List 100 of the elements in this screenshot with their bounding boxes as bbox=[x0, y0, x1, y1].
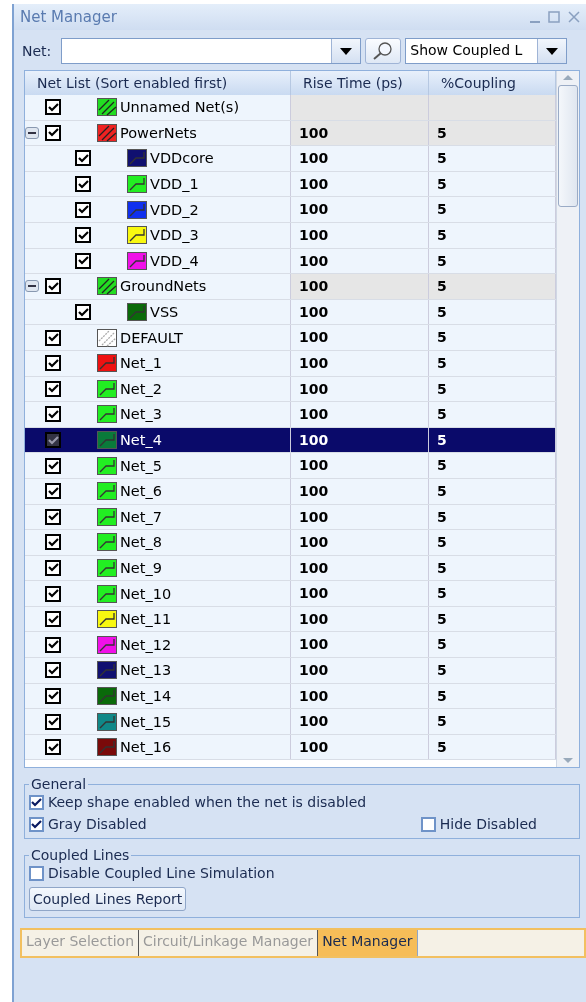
net-name: VDDcore bbox=[150, 150, 214, 167]
rise-time-cell: 100 bbox=[291, 632, 429, 658]
checkbox[interactable] bbox=[45, 278, 61, 295]
tree-row[interactable]: Net_16 100 5 bbox=[25, 734, 556, 761]
net-name: PowerNets bbox=[120, 124, 197, 141]
rise-time-cell: 100 bbox=[291, 555, 429, 581]
checkbox[interactable] bbox=[45, 432, 61, 448]
net-combo-field[interactable] bbox=[61, 38, 362, 64]
tree-row[interactable]: Net_3 100 5 bbox=[25, 402, 556, 428]
rise-time-cell: 100 bbox=[291, 478, 429, 504]
collapse-icon[interactable] bbox=[25, 280, 39, 293]
tree-row[interactable]: Net_13 100 5 bbox=[25, 658, 556, 684]
tree-row[interactable]: Net_7 100 5 bbox=[25, 504, 556, 531]
tree-row[interactable]: Net_9 100 5 bbox=[25, 555, 556, 582]
checkbox[interactable] bbox=[45, 457, 61, 474]
rise-time-cell: 100 bbox=[291, 376, 429, 402]
tree-row[interactable]: VDDcore 100 5 bbox=[25, 146, 556, 172]
net-name: GroundNets bbox=[120, 278, 207, 295]
net-name: Net_10 bbox=[120, 585, 172, 602]
rise-time-cell: 100 bbox=[291, 274, 429, 299]
net-name: VDD_4 bbox=[150, 252, 199, 269]
tree-row[interactable]: VDD_3 100 5 bbox=[25, 222, 556, 249]
rise-time-cell: 100 bbox=[291, 146, 429, 171]
tree-row[interactable]: Net_8 100 5 bbox=[25, 530, 556, 556]
rise-time-cell: 100 bbox=[291, 120, 429, 146]
checkbox[interactable] bbox=[45, 483, 61, 500]
checkbox[interactable] bbox=[45, 124, 61, 141]
tree-row[interactable]: VDD_2 100 5 bbox=[25, 197, 556, 223]
tab[interactable]: Net Manager bbox=[318, 930, 418, 956]
checkbox[interactable] bbox=[45, 636, 61, 653]
checkbox[interactable] bbox=[45, 380, 61, 397]
checkbox[interactable] bbox=[45, 355, 61, 372]
checkbox[interactable] bbox=[75, 201, 91, 218]
checkbox[interactable] bbox=[75, 227, 91, 244]
tree-row[interactable]: VDD_1 100 5 bbox=[25, 171, 556, 198]
tree-row[interactable]: Net_6 100 5 bbox=[25, 478, 556, 505]
rise-time-cell: 100 bbox=[291, 606, 429, 632]
rise-time-cell: 100 bbox=[291, 709, 429, 734]
rise-time-cell: 100 bbox=[291, 299, 429, 325]
net-name: VSS bbox=[150, 304, 179, 321]
checkbox[interactable] bbox=[75, 176, 91, 193]
checkbox[interactable] bbox=[45, 508, 61, 525]
group-title: General bbox=[30, 776, 88, 792]
rise-time-cell: 100 bbox=[291, 171, 429, 197]
net-name: Net_3 bbox=[120, 406, 162, 423]
tree-row[interactable]: Net_1 100 5 bbox=[25, 350, 556, 377]
checkbox[interactable] bbox=[45, 687, 61, 704]
checkbox[interactable] bbox=[45, 406, 61, 423]
rise-time-cell: 100 bbox=[291, 530, 429, 555]
tree-row[interactable]: Net_11 100 5 bbox=[25, 606, 556, 633]
checkbox[interactable] bbox=[45, 611, 61, 628]
checkbox[interactable] bbox=[45, 534, 61, 551]
checkbox[interactable] bbox=[75, 304, 91, 321]
checkbox[interactable] bbox=[75, 252, 91, 269]
tree-row[interactable]: Net_14 100 5 bbox=[25, 683, 556, 710]
tree-row[interactable]: Net_15 100 5 bbox=[25, 709, 556, 735]
net-name: VDD_1 bbox=[150, 176, 199, 193]
tree-row[interactable]: GroundNets 100 5 bbox=[25, 274, 556, 300]
option-checkbox[interactable]: Disable Coupled Line Simulation bbox=[29, 865, 575, 881]
view-select[interactable]: Show Coupled L bbox=[405, 38, 568, 64]
tree-row[interactable]: Net_12 100 5 bbox=[25, 632, 556, 659]
rise-time-cell: 100 bbox=[291, 197, 429, 222]
checkbox[interactable] bbox=[45, 585, 61, 602]
checkbox[interactable] bbox=[45, 560, 61, 576]
tree-row[interactable]: VDD_4 100 5 bbox=[25, 248, 556, 275]
dropdown-arrow-icon bbox=[546, 47, 559, 55]
tree-row[interactable]: Net_2 100 5 bbox=[25, 376, 556, 403]
option-checkbox[interactable]: Hide Disabled bbox=[420, 816, 537, 832]
checkbox[interactable] bbox=[75, 150, 91, 167]
tree-row[interactable]: VSS 100 5 bbox=[25, 299, 556, 326]
tree-row[interactable]: Net_10 100 5 bbox=[25, 581, 556, 607]
tree-row[interactable]: Unnamed Net(s) bbox=[25, 95, 556, 121]
net-name: Net_8 bbox=[120, 534, 162, 551]
checkbox[interactable] bbox=[45, 662, 61, 679]
net-name: Unnamed Net(s) bbox=[120, 99, 240, 116]
checkbox[interactable] bbox=[45, 713, 61, 730]
collapse-icon[interactable] bbox=[25, 126, 39, 139]
checkbox[interactable] bbox=[45, 329, 61, 346]
net-name: Net_15 bbox=[120, 713, 172, 730]
tree-row[interactable]: Net_4 100 5 bbox=[25, 427, 556, 454]
scrollbar[interactable] bbox=[556, 71, 579, 767]
report-button[interactable]: Coupled Lines Report bbox=[29, 887, 187, 911]
net-name: Net_14 bbox=[120, 687, 172, 704]
option-checkbox[interactable]: Keep shape enabled when the net is disabled bbox=[29, 794, 575, 810]
net-name: Net_13 bbox=[120, 662, 172, 679]
checkmark-icon bbox=[31, 819, 42, 829]
checkmark-icon bbox=[31, 797, 42, 807]
net-name: Net_7 bbox=[120, 508, 162, 525]
checkbox[interactable] bbox=[45, 99, 61, 116]
tree-row[interactable]: PowerNets 100 5 bbox=[25, 120, 556, 147]
tree-row[interactable]: Net_5 100 5 bbox=[25, 453, 556, 479]
checkbox[interactable] bbox=[45, 739, 61, 756]
net-label: Net: bbox=[22, 43, 52, 59]
tree-row[interactable]: DEFAULT 100 5 bbox=[25, 325, 556, 351]
search-button[interactable] bbox=[365, 38, 402, 64]
rise-time-cell: 100 bbox=[291, 453, 429, 478]
rise-time-cell: 100 bbox=[291, 504, 429, 530]
net-name: DEFAULT bbox=[120, 329, 183, 346]
option-checkbox[interactable]: Gray Disabled bbox=[29, 816, 147, 832]
scroll-thumb[interactable] bbox=[558, 85, 578, 207]
